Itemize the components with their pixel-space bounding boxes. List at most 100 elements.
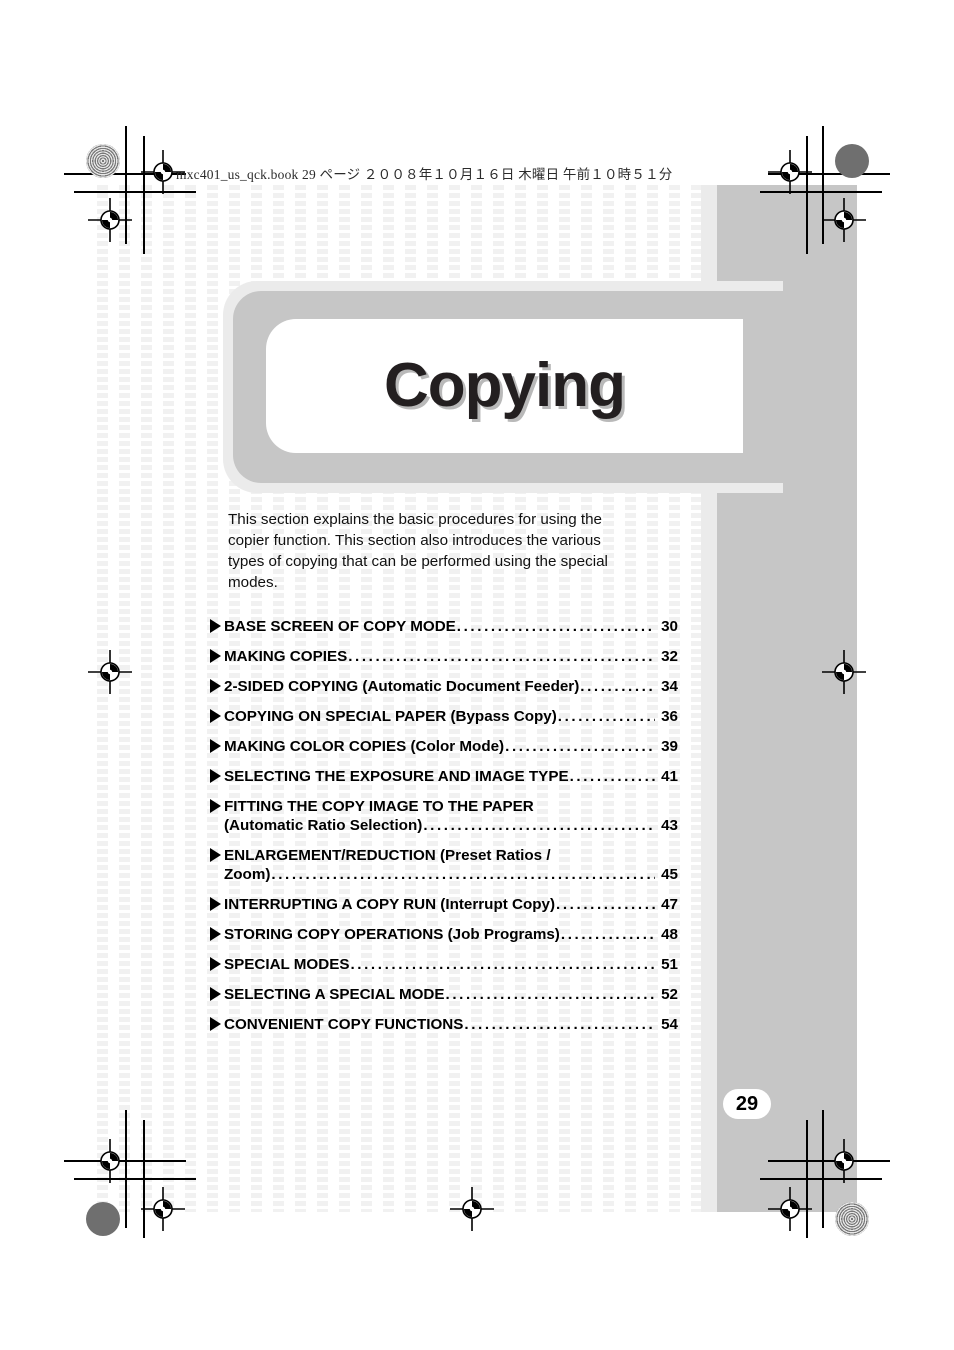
toc-entry-line: BASE SCREEN OF COPY MODE................…: [210, 617, 678, 636]
toc-entry-page-number: 48: [661, 926, 678, 943]
toc-entry-label: STORING COPY OPERATIONS (Job Programs): [224, 926, 560, 943]
chapter-table-of-contents: BASE SCREEN OF COPY MODE................…: [210, 617, 678, 1045]
toc-entry-label: COPYING ON SPECIAL PAPER (Bypass Copy): [224, 708, 557, 725]
toc-entry-line: MAKING COPIES...........................…: [210, 647, 678, 666]
halftone-density-patch: [835, 1202, 869, 1236]
toc-entry[interactable]: INTERRUPTING A COPY RUN (Interrupt Copy)…: [210, 895, 678, 914]
triangle-bullet-icon: [210, 679, 221, 693]
toc-entry-label: 2-SIDED COPYING (Automatic Document Feed…: [224, 678, 580, 695]
toc-entry-line: ENLARGEMENT/REDUCTION (Preset Ratios /..…: [210, 846, 678, 865]
toc-entry-page-number: 51: [661, 956, 678, 973]
toc-entry-label: SELECTING A SPECIAL MODE: [224, 986, 445, 1003]
toc-leader-dots: ........................................…: [464, 1016, 655, 1033]
crop-mark-line: [143, 1120, 145, 1238]
crop-mark-line: [768, 173, 890, 175]
triangle-bullet-icon: [210, 987, 221, 1001]
page-number-text: 29: [735, 1092, 759, 1115]
toc-entry-page-number: 47: [661, 896, 678, 913]
toc-entry[interactable]: STORING COPY OPERATIONS (Job Programs)..…: [210, 925, 678, 944]
chapter-intro-paragraph: This section explains the basic procedur…: [228, 511, 608, 591]
toc-leader-dots: ........................................…: [350, 956, 655, 973]
toc-leader-dots: ........................................…: [560, 926, 655, 943]
crop-mark-line: [760, 1178, 882, 1180]
page-sheet: mxc401_us_qck.book 29 ページ ２００８年１０月１６日 木曜…: [0, 0, 954, 1350]
crop-mark-line: [806, 136, 808, 254]
crop-mark-line: [806, 1120, 808, 1238]
toc-entry-page-number: 32: [661, 648, 678, 665]
toc-leader-dots: ........................................…: [557, 708, 655, 725]
toc-entry[interactable]: MAKING COLOR COPIES (Color Mode)........…: [210, 737, 678, 756]
toc-entry-label: CONVENIENT COPY FUNCTIONS: [224, 1016, 464, 1033]
toc-entry-label: INTERRUPTING A COPY RUN (Interrupt Copy): [224, 896, 556, 913]
triangle-bullet-icon: [210, 1017, 221, 1031]
crop-mark-line: [768, 1160, 890, 1162]
toc-entry[interactable]: BASE SCREEN OF COPY MODE................…: [210, 617, 678, 636]
triangle-bullet-icon: [210, 897, 221, 911]
triangle-bullet-icon: [210, 799, 221, 813]
page-number-badge: 29: [723, 1089, 771, 1119]
triangle-bullet-icon: [210, 769, 221, 783]
toc-entry-line: Zoom)...................................…: [210, 865, 678, 884]
toc-entry[interactable]: FITTING THE COPY IMAGE TO THE PAPER.....…: [210, 797, 678, 835]
toc-entry[interactable]: 2-SIDED COPYING (Automatic Document Feed…: [210, 677, 678, 696]
toc-entry-line: INTERRUPTING A COPY RUN (Interrupt Copy)…: [210, 895, 678, 914]
toc-entry-label: FITTING THE COPY IMAGE TO THE PAPER: [224, 798, 534, 815]
triangle-bullet-icon: [210, 739, 221, 753]
toc-entry-line: (Automatic Ratio Selection).............…: [210, 816, 678, 835]
toc-leader-dots: ........................................…: [569, 768, 655, 785]
toc-leader-dots: ........................................…: [423, 817, 655, 834]
crop-mark-line: [760, 191, 882, 193]
toc-entry[interactable]: CONVENIENT COPY FUNCTIONS...............…: [210, 1015, 678, 1034]
toc-entry-page-number: 36: [661, 708, 678, 725]
toc-entry[interactable]: SELECTING THE EXPOSURE AND IMAGE TYPE...…: [210, 767, 678, 786]
toc-leader-dots: ........................................…: [456, 618, 655, 635]
toc-entry-label: SPECIAL MODES: [224, 956, 350, 973]
toc-entry-page-number: 43: [661, 817, 678, 834]
toc-entry-line: 2-SIDED COPYING (Automatic Document Feed…: [210, 677, 678, 696]
toc-entry-page-number: 41: [661, 768, 678, 785]
toc-entry-line: FITTING THE COPY IMAGE TO THE PAPER.....…: [210, 797, 678, 816]
toc-entry[interactable]: COPYING ON SPECIAL PAPER (Bypass Copy)..…: [210, 707, 678, 726]
toc-entry-label-continued: Zoom): [224, 866, 271, 883]
toc-entry[interactable]: MAKING COPIES...........................…: [210, 647, 678, 666]
toc-entry[interactable]: SELECTING A SPECIAL MODE................…: [210, 985, 678, 1004]
toc-leader-dots: ........................................…: [348, 648, 655, 665]
crop-mark-line: [74, 1178, 196, 1180]
solid-density-patch: [86, 1202, 120, 1236]
crop-mark-line: [74, 191, 196, 193]
chapter-title-banner: Copying: [223, 281, 783, 493]
toc-entry-line: CONVENIENT COPY FUNCTIONS...............…: [210, 1015, 678, 1034]
triangle-bullet-icon: [210, 848, 221, 862]
toc-entry-page-number: 34: [661, 678, 678, 695]
crop-mark-line: [125, 126, 127, 244]
toc-entry-page-number: 45: [661, 866, 678, 883]
triangle-bullet-icon: [210, 649, 221, 663]
chapter-title-text: Copying: [384, 351, 626, 420]
toc-entry-line: MAKING COLOR COPIES (Color Mode)........…: [210, 737, 678, 756]
toc-leader-dots: ........................................…: [505, 738, 655, 755]
toc-entry-label-continued: (Automatic Ratio Selection): [224, 817, 423, 834]
toc-entry-line: SELECTING THE EXPOSURE AND IMAGE TYPE...…: [210, 767, 678, 786]
toc-leader-dots: ........................................…: [445, 986, 655, 1003]
toc-entry-label: ENLARGEMENT/REDUCTION (Preset Ratios /: [224, 847, 551, 864]
toc-entry-label: SELECTING THE EXPOSURE AND IMAGE TYPE: [224, 768, 569, 785]
toc-entry-line: STORING COPY OPERATIONS (Job Programs)..…: [210, 925, 678, 944]
toc-entry[interactable]: ENLARGEMENT/REDUCTION (Preset Ratios /..…: [210, 846, 678, 884]
toc-entry-label: BASE SCREEN OF COPY MODE: [224, 618, 456, 635]
crop-mark-line: [822, 1110, 824, 1228]
toc-entry-line: SELECTING A SPECIAL MODE................…: [210, 985, 678, 1004]
toc-entry-label: MAKING COPIES: [224, 648, 348, 665]
toc-entry-label: MAKING COLOR COPIES (Color Mode): [224, 738, 505, 755]
document-header-stamp: mxc401_us_qck.book 29 ページ ２００８年１０月１６日 木曜…: [176, 167, 673, 182]
triangle-bullet-icon: [210, 957, 221, 971]
halftone-density-patch: [86, 144, 120, 178]
triangle-bullet-icon: [210, 619, 221, 633]
toc-entry-line: COPYING ON SPECIAL PAPER (Bypass Copy)..…: [210, 707, 678, 726]
triangle-bullet-icon: [210, 709, 221, 723]
crop-mark-line: [822, 126, 824, 244]
crop-mark-line: [143, 136, 145, 254]
toc-leader-dots: ........................................…: [580, 678, 655, 695]
toc-entry[interactable]: SPECIAL MODES...........................…: [210, 955, 678, 974]
toc-entry-page-number: 39: [661, 738, 678, 755]
triangle-bullet-icon: [210, 927, 221, 941]
